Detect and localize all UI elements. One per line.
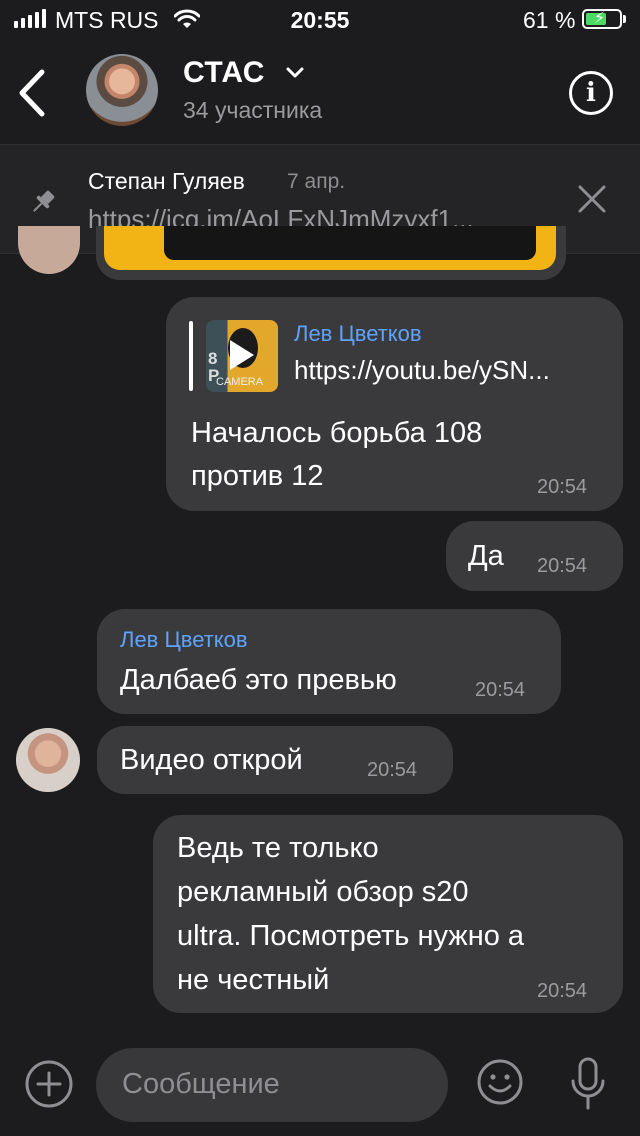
pinned-date: 7 апр. — [287, 170, 346, 193]
chevron-down-icon[interactable] — [286, 64, 304, 82]
emoji-icon[interactable] — [476, 1058, 524, 1106]
status-bar: MTS RUS 20:55 61 % ⚡ — [0, 0, 640, 42]
message-time: 20:54 — [537, 476, 588, 498]
message-text: Видео открой — [120, 744, 303, 776]
thumbnail-caption: CAMERA — [216, 376, 264, 388]
quote-link[interactable]: https://youtu.be/ySN... — [294, 355, 550, 386]
quote-bar — [189, 321, 193, 391]
pinned-author: Степан Гуляев — [88, 168, 245, 194]
sender-avatar[interactable] — [16, 728, 80, 792]
message-time: 20:54 — [537, 980, 588, 1002]
play-icon[interactable] — [230, 340, 254, 370]
message-bubble-previous[interactable] — [96, 226, 566, 280]
message-text-line: не честный — [177, 964, 330, 996]
message-input-placeholder: Сообщение — [122, 1068, 280, 1100]
battery-icon: ⚡ — [582, 9, 622, 29]
sender-avatar[interactable] — [18, 226, 80, 274]
battery-tip — [623, 15, 626, 23]
message-text-line: против 12 — [191, 460, 324, 492]
microphone-icon[interactable] — [568, 1056, 608, 1112]
message-time: 20:54 — [367, 759, 418, 781]
info-icon[interactable]: i — [569, 71, 613, 115]
close-icon[interactable] — [576, 183, 608, 215]
image-preview[interactable] — [104, 226, 556, 270]
message-text-line: Ведь те только — [177, 832, 379, 864]
message-time: 20:54 — [475, 679, 526, 701]
chat-avatar[interactable] — [86, 54, 158, 126]
message-text: Да — [468, 540, 504, 572]
message-text-line: рекламный обзор s20 — [177, 876, 469, 908]
message-author[interactable]: Лев Цветков — [120, 627, 248, 653]
message-text-line: ultra. Посмотреть нужно а — [177, 920, 525, 952]
message-text: Далбаеб это превью — [120, 664, 397, 696]
quote-author: Лев Цветков — [294, 321, 422, 346]
participants-count: 34 участника — [183, 97, 323, 123]
add-attachment-icon[interactable] — [24, 1059, 74, 1109]
video-thumbnail[interactable]: 8 P CAMERA — [206, 320, 278, 392]
back-arrow-icon[interactable] — [14, 68, 50, 118]
message-text-line: Началось борьба 108 — [191, 417, 483, 449]
pin-icon — [33, 190, 55, 212]
battery-percent: 61 % — [523, 7, 576, 33]
chat-title[interactable]: СТАС — [183, 56, 265, 90]
message-time: 20:54 — [537, 555, 588, 577]
message-input[interactable]: Сообщение — [96, 1048, 448, 1122]
